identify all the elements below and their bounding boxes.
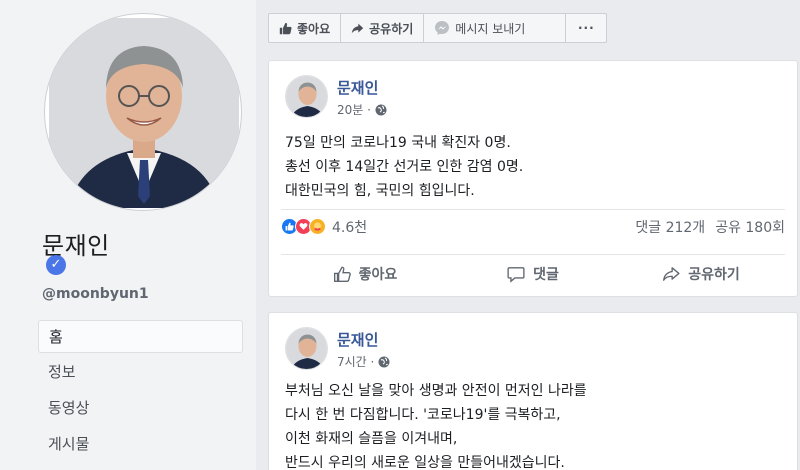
post-meta: 7시간 · — [337, 353, 390, 370]
avatar-illustration — [286, 328, 327, 369]
thumbs-up-outline-icon — [333, 266, 351, 282]
post-line: 이천 화재의 슬픔을 이겨내며, — [285, 431, 458, 447]
post-line: 반드시 우리의 새로운 일상을 만들어내겠습니다. — [285, 455, 565, 470]
post-author[interactable]: 문재인 — [337, 329, 378, 350]
page-like-button[interactable]: 좋아요 — [269, 14, 342, 42]
post-comment-label: 댓글 — [533, 266, 559, 283]
post-timestamp[interactable]: 7시간 · — [337, 353, 374, 370]
page-share-label: 공유하기 — [369, 21, 414, 36]
post-body: 75일 만의 코로나19 국내 확진자 0명. 총선 이후 14일간 선거로 인… — [285, 131, 523, 203]
nav-item-about[interactable]: 정보 — [38, 356, 243, 389]
post-action-row: 좋아요 댓글 공유하기 — [281, 254, 785, 292]
avatar-illustration — [286, 76, 327, 117]
post-line: 총선 이후 14일간 선거로 인한 감염 0명. — [285, 159, 524, 175]
nav-item-videos[interactable]: 동영상 — [38, 392, 243, 425]
comment-icon — [507, 266, 525, 283]
share-count[interactable]: 공유 180회 — [715, 217, 785, 237]
more-options-button[interactable]: ··· — [566, 14, 606, 42]
verified-badge-icon: ✓ — [46, 255, 66, 275]
thumbs-up-icon — [279, 22, 292, 34]
page-username: @moonbyun1 — [42, 286, 149, 302]
profile-photo-illustration — [49, 18, 239, 208]
post-line: 부처님 오신 날을 맞아 생명과 안전이 먼저인 나라를 — [285, 383, 587, 399]
post-like-button[interactable]: 좋아요 — [281, 264, 449, 284]
nav-item-home[interactable]: 홈 — [38, 320, 243, 353]
post-line: 75일 만의 코로나19 국내 확진자 0명. — [285, 135, 511, 151]
send-message-label: 메시지 보내기 — [455, 21, 526, 36]
profile-picture[interactable] — [44, 13, 242, 211]
post-comment-button[interactable]: 댓글 — [449, 264, 617, 284]
post-stats: 4.6천 댓글 212개 공유 180회 — [281, 209, 785, 243]
feed-post: 문재인 20분 · 75일 만의 코로나19 국내 확진자 0명. 총선 이후 … — [268, 60, 798, 297]
feed-post: 문재인 7시간 · 부처님 오신 날을 맞아 생명과 안전이 먼저인 나라를 다… — [268, 312, 798, 470]
post-share-button[interactable]: 공유하기 — [617, 264, 785, 284]
share-arrow-icon — [351, 23, 364, 33]
reaction-summary[interactable]: 4.6천 — [281, 217, 367, 237]
globe-icon — [375, 104, 387, 115]
post-share-label: 공유하기 — [688, 266, 740, 283]
globe-icon — [378, 356, 390, 367]
reaction-count: 4.6천 — [332, 219, 368, 236]
post-body: 부처님 오신 날을 맞아 생명과 안전이 먼저인 나라를 다시 한 번 다짐합니… — [285, 379, 587, 470]
post-line: 다시 한 번 다짐합니다. '코로나19'를 극복하고, — [285, 407, 561, 423]
post-meta: 20분 · — [337, 101, 387, 118]
page-navigation: 홈 정보 동영상 게시물 — [38, 320, 243, 464]
page-action-bar: 좋아요 공유하기 메시지 보내기 ··· — [268, 13, 608, 43]
post-line: 대한민국의 힘, 국민의 힘입니다. — [285, 183, 475, 199]
send-message-button[interactable]: 메시지 보내기 — [424, 14, 567, 42]
post-like-label: 좋아요 — [358, 266, 398, 283]
engagement-counts: 댓글 212개 공유 180회 — [635, 217, 785, 237]
comment-count[interactable]: 댓글 212개 — [635, 217, 705, 237]
page-share-button[interactable]: 공유하기 — [341, 14, 425, 42]
care-reaction-icon — [309, 218, 326, 235]
left-column: 문재인 ✓ @moonbyun1 홈 정보 동영상 게시물 — [0, 0, 256, 470]
post-timestamp[interactable]: 20분 · — [337, 101, 371, 118]
share-arrow-icon — [663, 266, 680, 281]
author-avatar[interactable] — [285, 327, 328, 370]
post-author[interactable]: 문재인 — [337, 77, 378, 98]
nav-item-posts[interactable]: 게시물 — [38, 428, 243, 461]
messenger-icon — [435, 21, 450, 35]
author-avatar[interactable] — [285, 75, 328, 118]
page-like-label: 좋아요 — [297, 21, 331, 36]
